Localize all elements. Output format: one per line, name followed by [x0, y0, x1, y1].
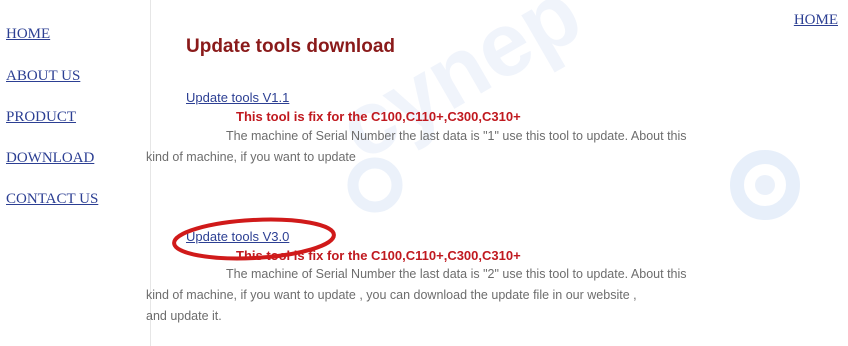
sidebar-item-home[interactable]: HOME [6, 26, 50, 43]
desc-line: kind of machine, if you want to update [146, 150, 356, 164]
sidebar-item-contact-us[interactable]: CONTACT US [6, 191, 98, 208]
tool-description: The machine of Serial Number the last da… [146, 264, 826, 327]
sidebar-item-download[interactable]: DOWNLOAD [6, 150, 94, 167]
sidebar-item-product[interactable]: PRODUCT [6, 109, 76, 126]
download-link-v1-1[interactable]: Update tools V1.1 [186, 90, 289, 105]
tool-note: This tool is fix for the C100,C110+,C300… [236, 248, 521, 263]
sidebar-item-about-us[interactable]: ABOUT US [6, 68, 80, 85]
top-home-link[interactable]: HOME [794, 12, 838, 29]
desc-line: and update it. [146, 309, 222, 323]
desc-line: kind of machine, if you want to update ,… [146, 288, 637, 302]
sidebar-nav: HOME ABOUT US PRODUCT DOWNLOAD CONTACT U… [0, 0, 151, 346]
desc-line: The machine of Serial Number the last da… [226, 129, 687, 143]
download-link-v3-0[interactable]: Update tools V3.0 [186, 229, 289, 244]
desc-line: The machine of Serial Number the last da… [226, 267, 687, 281]
tool-description: The machine of Serial Number the last da… [146, 126, 826, 168]
tool-note: This tool is fix for the C100,C110+,C300… [236, 109, 521, 124]
page-title: Update tools download [186, 36, 395, 57]
